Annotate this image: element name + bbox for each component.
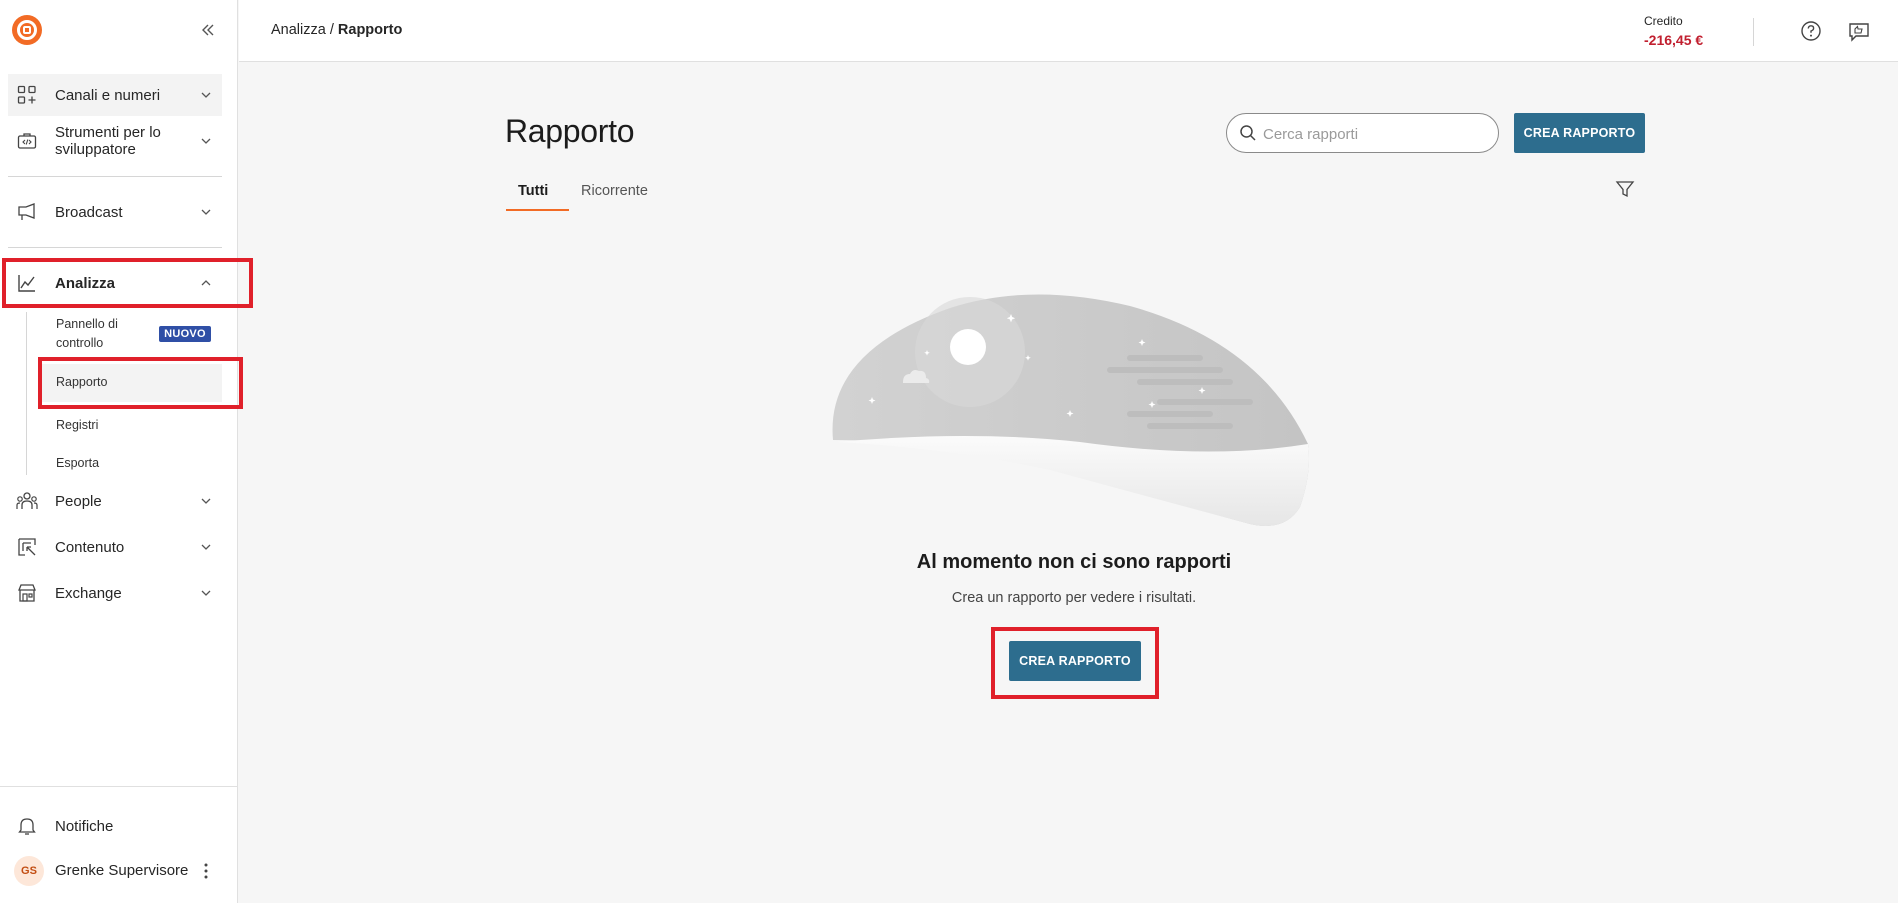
sidebar-item-broadcast[interactable]: Broadcast xyxy=(8,191,222,233)
divider xyxy=(8,176,222,177)
sidebar-item-notifiche[interactable]: Notifiche xyxy=(8,805,222,847)
chevron-down-icon xyxy=(198,493,214,509)
bell-icon xyxy=(16,815,38,837)
subnav-line xyxy=(26,312,27,475)
empty-state-title: Al momento non ci sono rapporti xyxy=(916,551,1232,573)
search-input[interactable] xyxy=(1263,122,1488,146)
sidebar-item-label: People xyxy=(55,493,102,510)
sidebar-item-exchange[interactable]: Exchange xyxy=(8,572,222,614)
grid-plus-icon xyxy=(16,84,38,106)
create-report-empty-button[interactable]: CREA RAPPORTO xyxy=(1009,641,1141,681)
credit-label: Credito xyxy=(1644,14,1683,28)
sidebar-item-label: Canali e numeri xyxy=(55,87,161,104)
page-title: Rapporto xyxy=(505,113,635,149)
breadcrumb-separator: / xyxy=(325,22,338,38)
sidebar: Canali e numeri Strumenti per lo svilupp… xyxy=(0,0,238,903)
store-icon xyxy=(16,582,38,604)
content-icon xyxy=(16,536,38,558)
breadcrumb: Analizza / Rapporto xyxy=(271,22,402,38)
top-bar: Analizza / Rapporto Credito -216,45 € xyxy=(239,0,1898,62)
chevron-down-icon xyxy=(198,204,214,220)
double-chevron-left-icon[interactable] xyxy=(196,18,220,42)
breadcrumb-current: Rapporto xyxy=(337,22,403,38)
chevron-down-icon xyxy=(198,133,214,149)
new-badge: NUOVO xyxy=(159,326,211,342)
subitem-label: Esporta xyxy=(56,456,100,470)
credit-value: -216,45 € xyxy=(1644,32,1704,48)
sidebar-item-strumenti[interactable]: Strumenti per lo sviluppatore xyxy=(8,120,222,162)
code-toolbox-icon xyxy=(16,130,38,152)
people-icon xyxy=(16,490,38,512)
subitem-label: Registri xyxy=(56,418,99,432)
empty-state-subtitle: Crea un rapporto per vedere i risultati. xyxy=(951,590,1197,606)
sidebar-subitem-esporta[interactable]: Esporta xyxy=(40,450,222,478)
sidebar-subitem-registri[interactable]: Registri xyxy=(40,412,222,440)
divider xyxy=(0,786,238,787)
subitem-label-line2: controllo xyxy=(56,336,104,350)
tab-ricorrente[interactable]: Ricorrente xyxy=(581,183,648,215)
sidebar-item-contenuto[interactable]: Contenuto xyxy=(8,526,222,568)
chevron-down-icon xyxy=(198,539,214,555)
divider xyxy=(8,247,222,248)
sidebar-item-canali-e-numeri[interactable]: Canali e numeri xyxy=(8,74,222,116)
sidebar-item-label: Broadcast xyxy=(55,204,123,221)
sidebar-item-people[interactable]: People xyxy=(8,480,222,522)
sidebar-item-label: Exchange xyxy=(55,585,122,602)
sidebar-item-label: Contenuto xyxy=(55,539,125,556)
sidebar-item-label-line1: Strumenti per lo xyxy=(55,124,161,141)
chevron-down-icon xyxy=(198,87,214,103)
sidebar-subitem-rapporto[interactable]: Rapporto xyxy=(40,364,222,402)
sidebar-item-label-line2: sviluppatore xyxy=(55,141,136,158)
megaphone-icon xyxy=(16,201,38,223)
breadcrumb-parent[interactable]: Analizza xyxy=(271,22,326,38)
chart-line-icon xyxy=(16,272,38,294)
tab-active-indicator xyxy=(506,209,569,211)
subitem-label: Rapporto xyxy=(56,375,108,389)
avatar[interactable]: GS xyxy=(14,856,44,886)
search-icon xyxy=(1239,124,1257,142)
search-box[interactable] xyxy=(1226,113,1499,153)
filter-icon[interactable] xyxy=(1614,178,1636,200)
brand-logo-icon[interactable] xyxy=(12,15,42,45)
help-circle-icon[interactable] xyxy=(1799,19,1823,43)
notifications-label: Notifiche xyxy=(55,818,114,835)
chevron-up-icon xyxy=(198,275,214,291)
empty-state-illustration xyxy=(830,292,1312,532)
divider xyxy=(1753,18,1754,46)
create-report-button[interactable]: CREA RAPPORTO xyxy=(1514,113,1645,153)
user-name[interactable]: Grenke Supervisore xyxy=(55,862,188,879)
kebab-menu-icon[interactable] xyxy=(198,860,214,882)
chevron-down-icon xyxy=(198,585,214,601)
feedback-icon[interactable] xyxy=(1847,19,1871,43)
sidebar-item-label: Analizza xyxy=(55,275,116,292)
subitem-label-line1: Pannello di xyxy=(56,317,118,331)
sidebar-item-analizza[interactable]: Analizza xyxy=(8,262,222,304)
